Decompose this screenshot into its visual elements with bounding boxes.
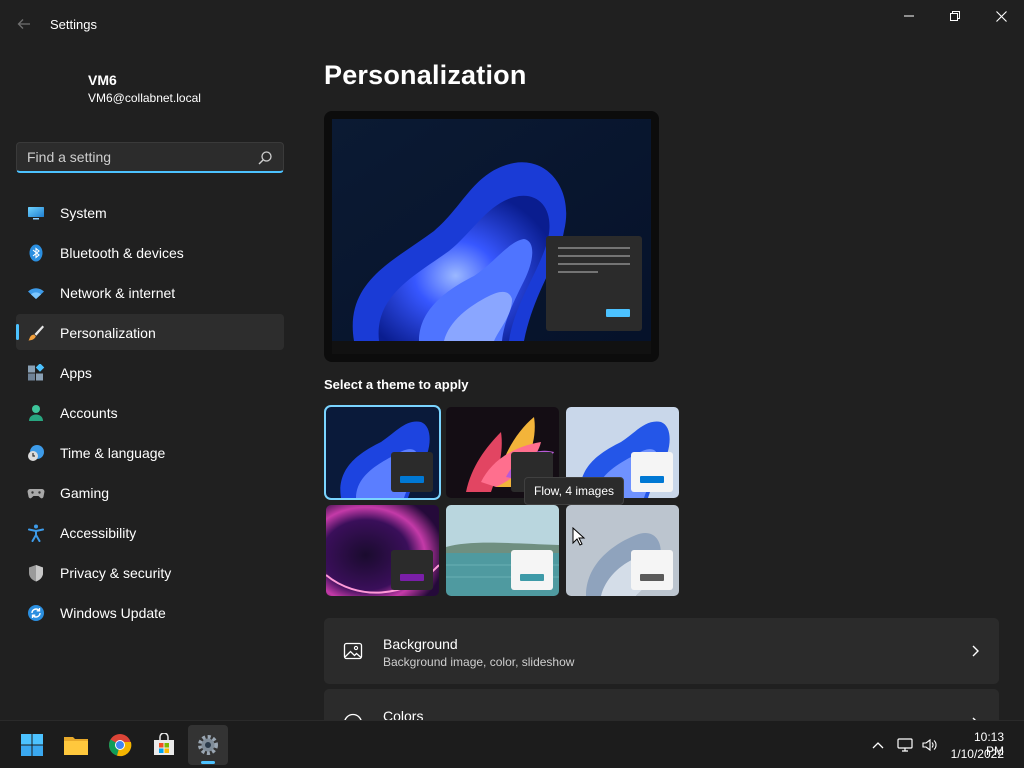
clock-globe-icon (28, 445, 44, 461)
sidebar-item-system[interactable]: System (16, 194, 284, 230)
chevron-up-icon[interactable] (870, 737, 886, 753)
gamepad-icon (27, 489, 45, 499)
chevron-right-icon (972, 645, 979, 657)
user-email: VM6@collabnet.local (88, 91, 201, 105)
settings-button[interactable] (188, 725, 228, 765)
apps-icon (28, 364, 45, 381)
sidebar-item-gaming[interactable]: Gaming (16, 474, 284, 510)
sidebar-item-network[interactable]: Network & internet (16, 274, 284, 310)
minimize-button[interactable] (886, 0, 932, 32)
sidebar-item-personalization[interactable]: Personalization (16, 314, 284, 350)
start-button[interactable] (12, 725, 52, 765)
chrome-icon (109, 734, 132, 757)
chrome-button[interactable] (100, 725, 140, 765)
shield-icon (29, 565, 43, 582)
display-icon (28, 207, 44, 220)
image-icon (343, 642, 363, 660)
theme-flow[interactable] (566, 505, 679, 596)
window-title: Settings (50, 17, 97, 32)
sidebar-item-time-language[interactable]: Time & language (16, 434, 284, 470)
theme-window-preview (391, 452, 433, 492)
sidebar-item-label: Windows Update (60, 605, 166, 621)
user-name: VM6 (88, 72, 117, 88)
sidebar-item-windows-update[interactable]: Windows Update (16, 594, 284, 630)
back-button[interactable] (10, 10, 38, 38)
volume-icon[interactable] (921, 737, 937, 753)
card-subtitle: Background image, color, slideshow (383, 655, 575, 669)
search-input[interactable] (17, 149, 247, 165)
theme-windows-dark[interactable] (324, 405, 441, 500)
sidebar-item-label: Apps (60, 365, 92, 381)
accessibility-icon (28, 524, 44, 542)
theme-window-preview (631, 550, 673, 590)
sidebar-item-label: Accessibility (60, 525, 137, 541)
bluetooth-icon (29, 244, 43, 262)
themes-section-label: Select a theme to apply (324, 377, 469, 392)
sidebar-nav: System Bluetooth & devices Network & int… (16, 194, 284, 634)
sidebar-item-label: Bluetooth & devices (60, 245, 184, 261)
minimize-icon (904, 15, 914, 17)
sidebar-item-privacy-security[interactable]: Privacy & security (16, 554, 284, 590)
theme-window-preview (391, 550, 433, 590)
sidebar-item-label: Privacy & security (60, 565, 172, 581)
sidebar-item-bluetooth[interactable]: Bluetooth & devices (16, 234, 284, 270)
store-button[interactable] (144, 725, 184, 765)
restore-button[interactable] (932, 0, 978, 32)
clock-date[interactable]: 1/10/2022 (940, 747, 1004, 761)
search-box[interactable] (16, 142, 284, 173)
sidebar-item-label: Accounts (60, 405, 118, 421)
close-button[interactable] (978, 0, 1024, 32)
title-bar: Settings (0, 0, 1024, 40)
brush-icon (28, 325, 44, 341)
theme-window-preview (631, 452, 673, 492)
wifi-icon (28, 288, 44, 299)
store-icon (154, 733, 174, 755)
person-icon (29, 405, 43, 421)
theme-preview (324, 111, 659, 362)
close-icon (995, 10, 1007, 22)
sidebar-item-label: Personalization (60, 325, 156, 341)
sidebar-item-label: Gaming (60, 485, 110, 501)
search-icon[interactable] (257, 150, 273, 166)
preview-wallpaper (332, 119, 651, 354)
page-title: Personalization (324, 60, 527, 90)
network-icon[interactable] (897, 737, 913, 753)
background-card[interactable]: Background Background image, color, slid… (324, 618, 999, 684)
update-icon (28, 605, 44, 621)
taskbar: 10:13 PM 1/10/2022 (0, 720, 1024, 768)
card-title: Background (383, 636, 458, 652)
sidebar-item-label: Network & internet (60, 285, 176, 301)
theme-captured-motion[interactable] (326, 505, 439, 596)
active-app-indicator (201, 761, 215, 764)
theme-sunrise[interactable] (446, 505, 559, 596)
sidebar-item-label: System (60, 205, 107, 221)
theme-grid (324, 405, 684, 597)
theme-window-preview (511, 550, 553, 590)
sidebar-item-accessibility[interactable]: Accessibility (16, 514, 284, 550)
sidebar-item-accounts[interactable]: Accounts (16, 394, 284, 430)
mouse-cursor-icon (572, 527, 586, 546)
start-icon (21, 734, 43, 756)
sidebar-item-label: Time & language (60, 445, 166, 461)
file-explorer-button[interactable] (56, 725, 96, 765)
settings-icon (198, 735, 218, 755)
theme-tooltip: Flow, 4 images (524, 477, 625, 505)
restore-icon (950, 11, 960, 21)
sidebar-item-apps[interactable]: Apps (16, 354, 284, 390)
back-arrow-icon (17, 19, 30, 29)
file-explorer-icon (64, 737, 88, 755)
